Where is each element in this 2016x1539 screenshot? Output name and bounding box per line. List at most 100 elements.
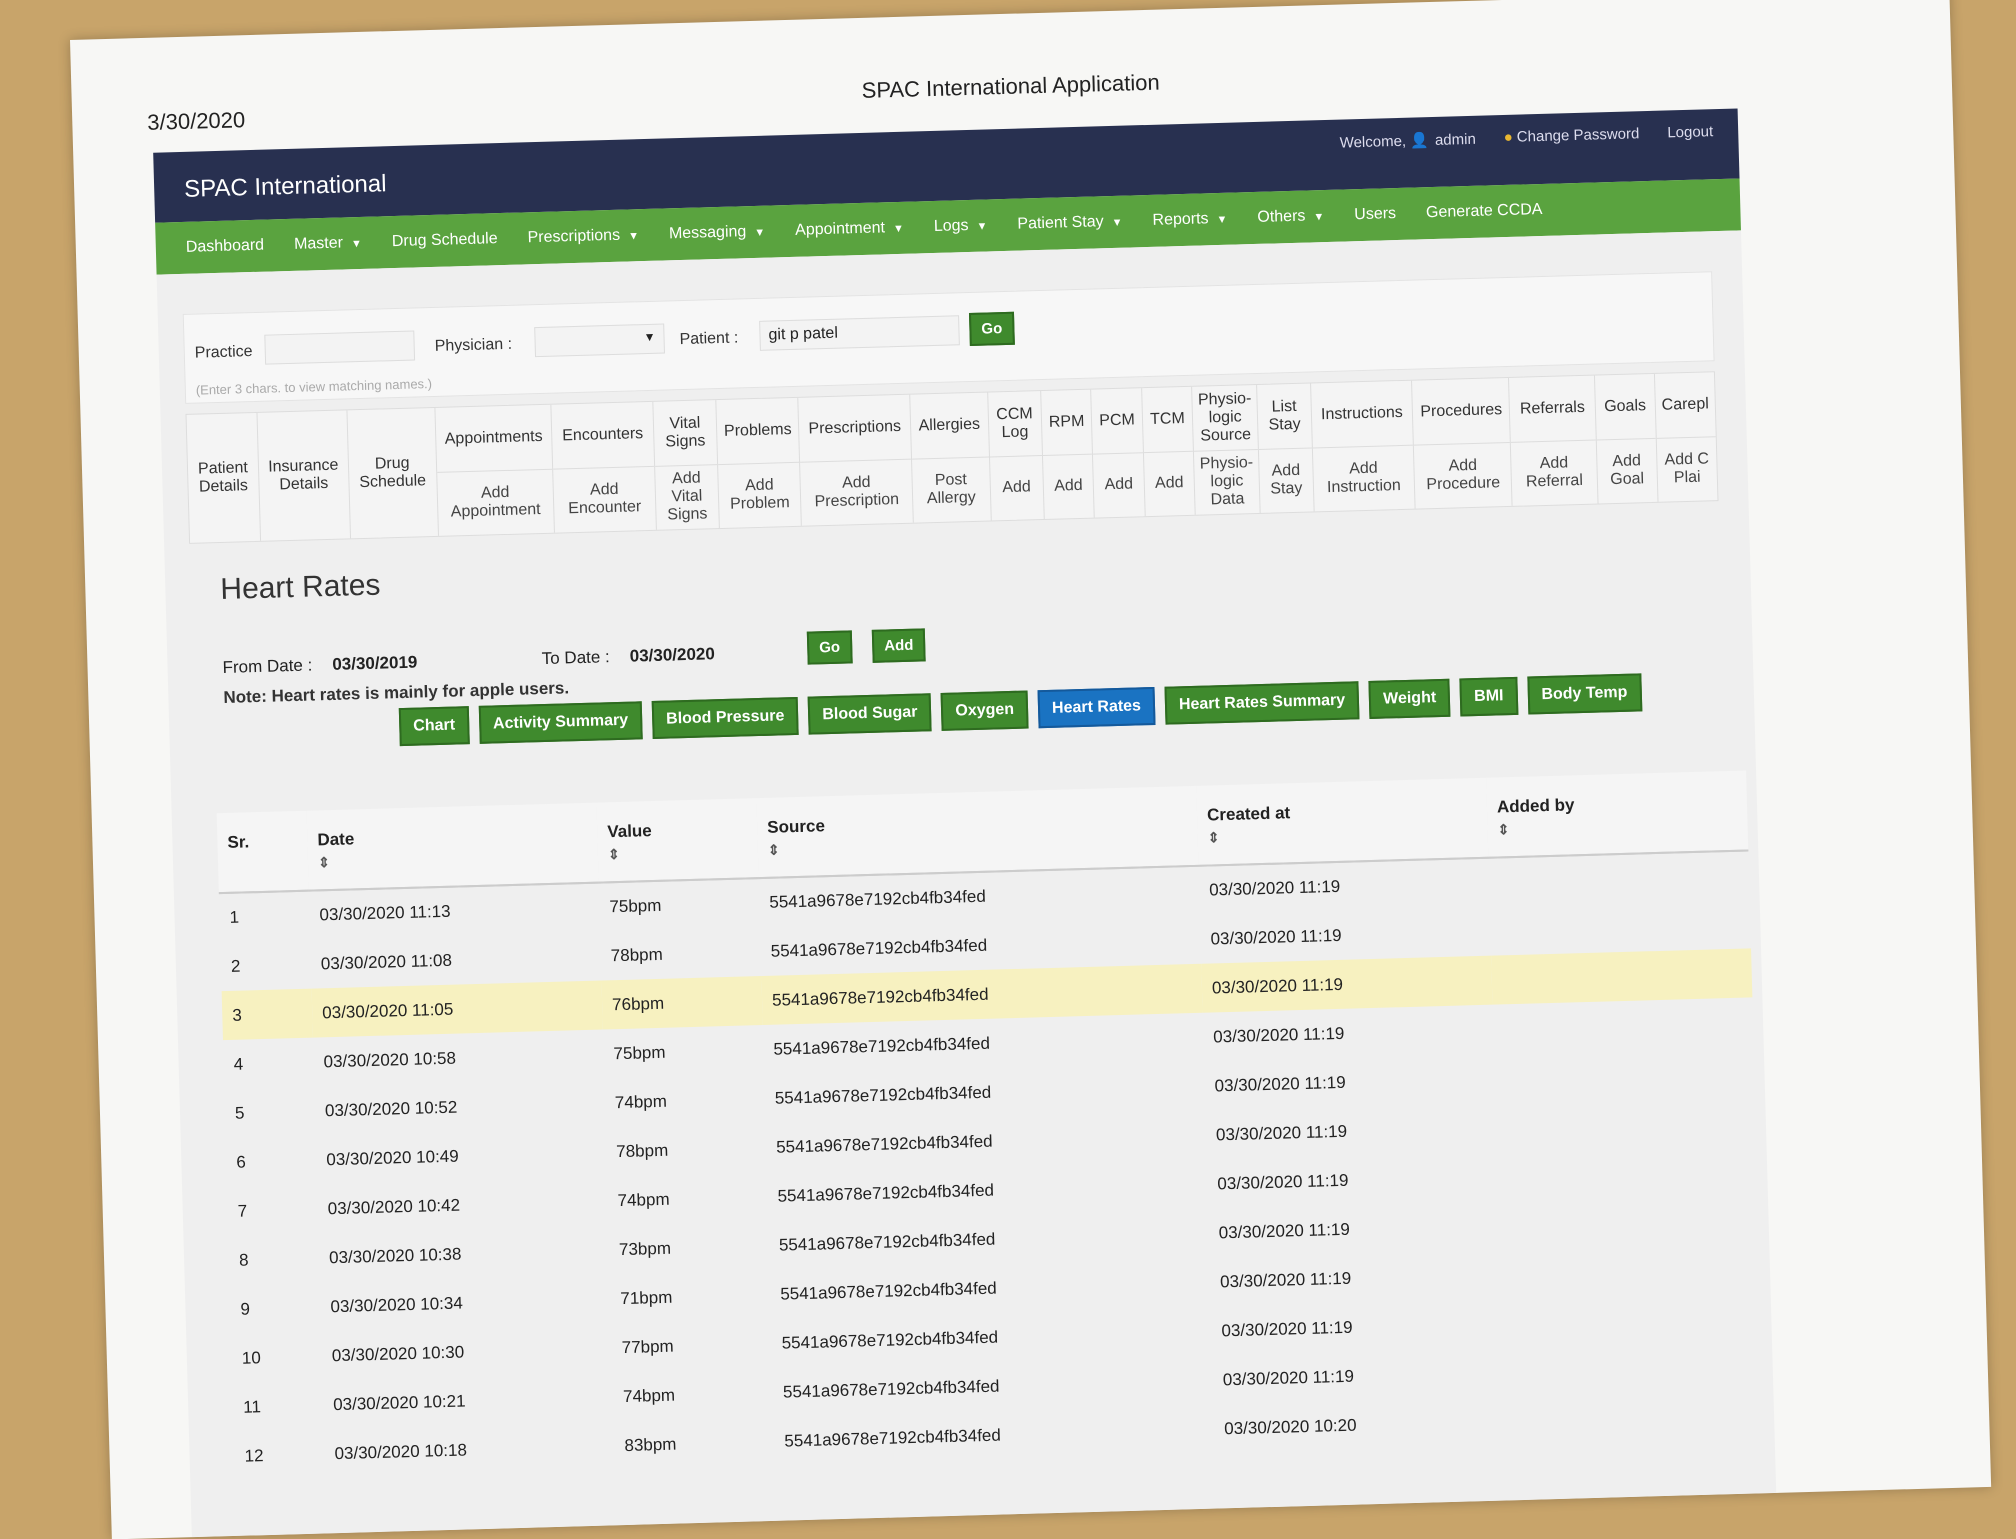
appointments-group: Appointments Add Appointment (435, 404, 556, 536)
referrals-group: Referrals Add Referral (1509, 375, 1599, 506)
from-date-input[interactable]: 03/30/2019 (332, 653, 418, 674)
nav-prescriptions[interactable]: Prescriptions ▼ (527, 226, 639, 247)
heart-rates-table: Sr. Date ⇕ Value ⇕ Source ⇕ Created at ⇕ Add… (216, 770, 1765, 1480)
link-careplan[interactable]: Carepl (1654, 372, 1716, 439)
tab-oxygen[interactable]: Oxygen (940, 690, 1029, 731)
link-insurance-details[interactable]: Insurance Details (257, 410, 351, 541)
tab-heart-rates[interactable]: Heart Rates (1037, 686, 1156, 729)
tab-blood-sugar[interactable]: Blood Sugar (807, 693, 932, 735)
link-physiologic-source[interactable]: Physio- logic Source (1192, 385, 1259, 452)
sort-icon[interactable]: ⇕ (768, 830, 1188, 859)
to-date-input[interactable]: 03/30/2020 (629, 644, 715, 665)
cell-created: 03/30/2020 11:19 (1208, 876, 1341, 900)
link-add-ccm[interactable]: Add (990, 456, 1044, 521)
nav-others[interactable]: Others ▼ (1257, 207, 1324, 227)
physician-select[interactable]: ▼ (534, 323, 665, 358)
tab-chart[interactable]: Chart (398, 706, 470, 747)
cell-sr: 3 (221, 988, 313, 1041)
link-instructions[interactable]: Instructions (1310, 380, 1414, 448)
link-list-stay[interactable]: List Stay (1257, 383, 1312, 450)
logout-link[interactable]: Logout (1667, 123, 1713, 142)
cell-value: 78bpm (610, 944, 663, 965)
col-source[interactable]: Source ⇕ (756, 785, 1199, 879)
link-appointments[interactable]: Appointments (435, 404, 553, 473)
table-body: 1 03/30/2020 11:13 75bpm 5541a9678e7192cb4f… (219, 850, 1765, 1480)
tab-heart-rates-summary[interactable]: Heart Rates Summary (1164, 681, 1360, 725)
link-physiologic-data[interactable]: Physio- logic Data (1194, 449, 1260, 514)
nav-dashboard[interactable]: Dashboard (186, 237, 265, 257)
link-goals[interactable]: Goals (1594, 373, 1656, 441)
link-post-allergy[interactable]: Post Allergy (912, 457, 990, 523)
col-date[interactable]: Date ⇕ (306, 802, 599, 891)
cell-by (1495, 1095, 1756, 1151)
nav-drug-schedule[interactable]: Drug Schedule (392, 230, 498, 251)
link-add-appointment[interactable]: Add Appointment (437, 469, 554, 536)
practice-input[interactable] (264, 330, 416, 365)
link-add-tcm[interactable]: Add (1144, 451, 1195, 516)
link-add-procedure[interactable]: Add Procedure (1414, 442, 1512, 508)
sort-icon[interactable]: ⇕ (1207, 822, 1477, 847)
link-problems[interactable]: Problems (716, 397, 800, 465)
sort-icon[interactable]: ⇕ (1497, 815, 1737, 839)
sort-icon[interactable]: ⇕ (608, 842, 748, 863)
date-go-button[interactable]: Go (806, 630, 853, 665)
nav-master[interactable]: Master ▼ (294, 234, 362, 254)
careplan-group: Carepl Add C Plai (1654, 372, 1718, 502)
tab-activity-summary[interactable]: Activity Summary (478, 701, 643, 744)
link-add-vital-signs[interactable]: Add Vital Signs (655, 465, 719, 530)
col-created-at[interactable]: Created at ⇕ (1196, 777, 1489, 866)
link-add-goal[interactable]: Add Goal (1596, 438, 1657, 503)
link-drug-schedule[interactable]: Drug Schedule (347, 407, 439, 539)
link-tcm[interactable]: TCM (1141, 386, 1194, 453)
tab-blood-pressure[interactable]: Blood Pressure (651, 696, 799, 740)
link-pcm[interactable]: PCM (1091, 388, 1143, 455)
nav-generate-ccda[interactable]: Generate CCDA (1426, 201, 1543, 222)
sort-icon[interactable]: ⇕ (318, 847, 588, 872)
link-add-stay[interactable]: Add Stay (1259, 448, 1313, 513)
link-prescriptions[interactable]: Prescriptions (798, 394, 911, 463)
cell-value: 75bpm (613, 1042, 666, 1063)
ccm-group: CCM Log Add (987, 391, 1045, 521)
link-add-prescription[interactable]: Add Prescription (800, 459, 912, 526)
nav-reports[interactable]: Reports ▼ (1152, 210, 1227, 230)
nav-logs[interactable]: Logs ▼ (934, 216, 988, 235)
link-add-instruction[interactable]: Add Instruction (1312, 445, 1415, 511)
nav-messaging[interactable]: Messaging ▼ (669, 223, 766, 244)
link-patient-details[interactable]: Patient Details (186, 412, 261, 543)
cell-by (1491, 948, 1753, 1005)
cell-sr: 6 (236, 1152, 247, 1172)
col-value[interactable]: Value ⇕ (596, 798, 759, 883)
chevron-down-icon: ▼ (1216, 213, 1228, 227)
cell-date: 03/30/2020 10:21 (332, 1390, 466, 1414)
link-add-careplan[interactable]: Add C Plai (1657, 437, 1718, 502)
tab-body-temp[interactable]: Body Temp (1526, 673, 1642, 715)
link-procedures[interactable]: Procedures (1412, 377, 1511, 446)
link-add-referral[interactable]: Add Referral (1511, 440, 1597, 506)
cell-created: 03/30/2020 11:19 (1214, 1072, 1346, 1095)
link-rpm[interactable]: RPM (1041, 389, 1093, 456)
link-encounters[interactable]: Encounters (551, 401, 655, 470)
link-add-pcm[interactable]: Add (1093, 453, 1144, 518)
link-add-rpm[interactable]: Add (1043, 454, 1094, 519)
cell-by (1502, 1340, 1763, 1396)
nav-users[interactable]: Users (1354, 205, 1396, 224)
patient-go-button[interactable]: Go (968, 311, 1015, 346)
tab-weight[interactable]: Weight (1368, 678, 1451, 719)
cell-date: 03/30/2020 11:05 (311, 980, 603, 1038)
patient-input[interactable]: git p patel (759, 315, 960, 351)
username-link[interactable]: admin (1435, 131, 1476, 149)
col-added-by[interactable]: Added by ⇕ (1486, 770, 1749, 858)
link-add-problem[interactable]: Add Problem (718, 462, 801, 528)
link-vital-signs[interactable]: Vital Signs (653, 400, 718, 467)
link-allergies[interactable]: Allergies (910, 392, 989, 460)
nav-patient-stay[interactable]: Patient Stay ▼ (1017, 213, 1123, 234)
link-referrals[interactable]: Referrals (1509, 375, 1596, 443)
to-date-label: To Date : (541, 647, 611, 669)
tab-bmi[interactable]: BMI (1459, 676, 1519, 717)
link-ccm-log[interactable]: CCM Log (987, 391, 1042, 457)
change-password-link[interactable]: ● Change Password (1504, 125, 1640, 147)
nav-appointment[interactable]: Appointment ▼ (795, 219, 904, 240)
col-sr: Sr. (216, 810, 309, 894)
link-add-encounter[interactable]: Add Encounter (553, 466, 656, 532)
add-heart-rate-button[interactable]: Add (871, 628, 926, 663)
